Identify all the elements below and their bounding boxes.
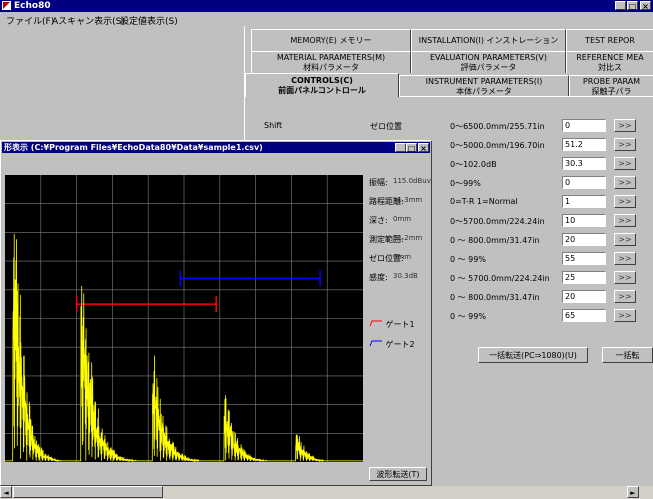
param-value-input[interactable]: 10 xyxy=(562,214,606,227)
param-send-button[interactable]: >> xyxy=(614,214,636,227)
param-value-input[interactable]: 0 xyxy=(562,119,606,132)
readout-label: 深さ: xyxy=(369,216,388,225)
param-value-input[interactable]: 25 xyxy=(562,271,606,284)
maximize-button[interactable]: □ xyxy=(627,1,638,11)
param-value-input[interactable]: 30.3 xyxy=(562,157,606,170)
tab-controls[interactable]: CONTROLS(C) 前面パネルコントロール xyxy=(245,73,399,97)
readout-value: 51.2mm xyxy=(393,234,423,242)
param-range: 0 ～ 99% xyxy=(450,255,486,264)
waveform-transfer-button[interactable]: 波形転送(T) xyxy=(369,467,427,481)
tab-evaluation-parameters[interactable]: EVALUATION PARAMETERS(V) 評価パラメータ xyxy=(411,51,566,73)
readout-label: 振幅: xyxy=(369,178,388,187)
readout-label: 感度: xyxy=(369,273,388,282)
tab-reference[interactable]: REFERENCE MEA 対比ス xyxy=(566,51,653,73)
gate2-legend-label: ゲート2 xyxy=(385,340,415,349)
tab-reference-sub: 対比ス xyxy=(598,63,622,72)
param-range: 0～6500.0mm/255.71in xyxy=(450,122,545,131)
waveform-maximize-button[interactable]: □ xyxy=(406,143,417,153)
param-send-button[interactable]: >> xyxy=(614,176,636,189)
param-send-button[interactable]: >> xyxy=(614,157,636,170)
tab-test-report-label: TEST REPOR xyxy=(585,36,635,45)
tab-evaluation-sub: 評価パラメータ xyxy=(460,63,517,72)
gate1-marker xyxy=(75,296,217,313)
gate1-legend: ゲート1 xyxy=(369,319,415,330)
param-send-button[interactable]: >> xyxy=(614,119,636,132)
readout-value: 30.3dB xyxy=(393,272,418,280)
tab-controls-sub: 前面パネルコントロール xyxy=(278,86,366,95)
gate2-legend-icon xyxy=(369,340,382,347)
tab-installation-label: INSTALLATION(I) インストレーション xyxy=(418,36,559,45)
readout-value: 11.3mm xyxy=(393,196,423,204)
ascan-scope[interactable] xyxy=(5,175,363,462)
param-range: 0～5000.0mm/196.70in xyxy=(450,141,545,150)
scroll-right-icon[interactable]: ► xyxy=(627,486,639,498)
tab-memory-label: MEMORY(E) メモリー xyxy=(290,36,372,45)
gate1-legend-icon xyxy=(369,320,382,327)
param-row: 0～6500.0mm/255.71in 0 >> xyxy=(244,119,653,133)
tab-probe-parameters[interactable]: PROBE PARAM 探触子パラ xyxy=(569,75,653,97)
tab-reference-label: REFERENCE MEA xyxy=(576,53,644,62)
param-value-input[interactable]: 20 xyxy=(562,233,606,246)
param-send-button[interactable]: >> xyxy=(614,252,636,265)
param-send-button[interactable]: >> xyxy=(614,309,636,322)
bulk-transfer-button[interactable]: 一括転送(PC⇒1080)(U) xyxy=(478,347,588,363)
close-button[interactable]: × xyxy=(640,1,651,11)
scroll-thumb[interactable] xyxy=(13,486,163,498)
tab-instrument-parameters[interactable]: INSTRUMENT PARAMETERS(I) 本体パラメータ xyxy=(399,75,569,97)
param-value-input[interactable]: 1 xyxy=(562,195,606,208)
gate2-legend: ゲート2 xyxy=(369,339,415,350)
param-range: 0 ～ 800.0mm/31.47in xyxy=(450,236,540,245)
param-range: 0 ～ 99% xyxy=(450,312,486,321)
param-range: 0～99% xyxy=(450,179,481,188)
param-send-button[interactable]: >> xyxy=(614,233,636,246)
param-range: 0 ～ 800.0mm/31.47in xyxy=(450,293,540,302)
tab-material-parameters[interactable]: MATERIAL PARAMETERS(M) 材料パラメータ xyxy=(251,51,411,73)
param-send-button[interactable]: >> xyxy=(614,138,636,151)
param-range: 0=T-R 1=Normal xyxy=(450,197,518,206)
main-titlebar: Echo80 _ □ × xyxy=(0,0,653,12)
param-value-input[interactable]: 51.2 xyxy=(562,138,606,151)
tab-probe-label: PROBE PARAM xyxy=(582,77,641,86)
param-send-button[interactable]: >> xyxy=(614,290,636,303)
param-value-input[interactable]: 0 xyxy=(562,176,606,189)
menu-settings-view[interactable]: 設定値表示(S) xyxy=(120,14,178,27)
param-value-input[interactable]: 65 xyxy=(562,309,606,322)
param-range: 0 ～ 5700.0mm/224.24in xyxy=(450,274,550,283)
param-send-button[interactable]: >> xyxy=(614,195,636,208)
param-range: 0～5700.0mm/224.24in xyxy=(450,217,545,226)
waveform-title: 形表示 (C:¥Program Files¥EchoData80¥Data¥sa… xyxy=(4,143,263,152)
tab-memory[interactable]: MEMORY(E) メモリー xyxy=(251,29,411,51)
tab-evaluation-label: EVALUATION PARAMETERS(V) xyxy=(429,53,548,62)
readout-value: 0mm xyxy=(393,253,412,261)
tab-controls-label: CONTROLS(C) xyxy=(291,76,353,85)
tab-material-label: MATERIAL PARAMETERS(M) xyxy=(276,53,386,62)
tab-installation[interactable]: INSTALLATION(I) インストレーション xyxy=(411,29,566,51)
menu-file[interactable]: ファイル(F) xyxy=(6,14,54,27)
readout-value: 115.0dBuv xyxy=(393,177,431,185)
tab-instrument-label: INSTRUMENT PARAMETERS(I) xyxy=(425,77,543,86)
app-icon xyxy=(2,1,11,10)
minimize-button[interactable]: _ xyxy=(615,1,626,11)
bulk-transfer-button-2[interactable]: 一括転 xyxy=(602,347,653,363)
gate2-marker xyxy=(179,270,321,287)
param-value-input[interactable]: 20 xyxy=(562,290,606,303)
readout-value: 0mm xyxy=(393,215,412,223)
param-value-input[interactable]: 55 xyxy=(562,252,606,265)
horizontal-scrollbar[interactable]: ◄ ► xyxy=(0,486,653,499)
tab-material-sub: 材料パラメータ xyxy=(303,63,359,72)
menu-ascan-view[interactable]: Aスキャン表示(S) xyxy=(52,14,125,27)
waveform-window: 形表示 (C:¥Program Files¥EchoData80¥Data¥sa… xyxy=(0,140,432,486)
scope-gates xyxy=(75,270,321,313)
waveform-minimize-button[interactable]: _ xyxy=(395,143,406,153)
scroll-left-icon[interactable]: ◄ xyxy=(0,486,12,498)
tab-test-report[interactable]: TEST REPOR xyxy=(566,29,653,51)
waveform-titlebar: 形表示 (C:¥Program Files¥EchoData80¥Data¥sa… xyxy=(2,142,430,153)
app-title: Echo80 xyxy=(14,1,51,11)
param-range: 0～102.0dB xyxy=(450,160,497,169)
gate1-legend-label: ゲート1 xyxy=(385,320,415,329)
scope-grid xyxy=(5,175,363,462)
param-send-button[interactable]: >> xyxy=(614,271,636,284)
menubar: ファイル(F) Aスキャン表示(S) 設定値表示(S) xyxy=(0,12,653,27)
waveform-close-button[interactable]: × xyxy=(418,143,429,153)
